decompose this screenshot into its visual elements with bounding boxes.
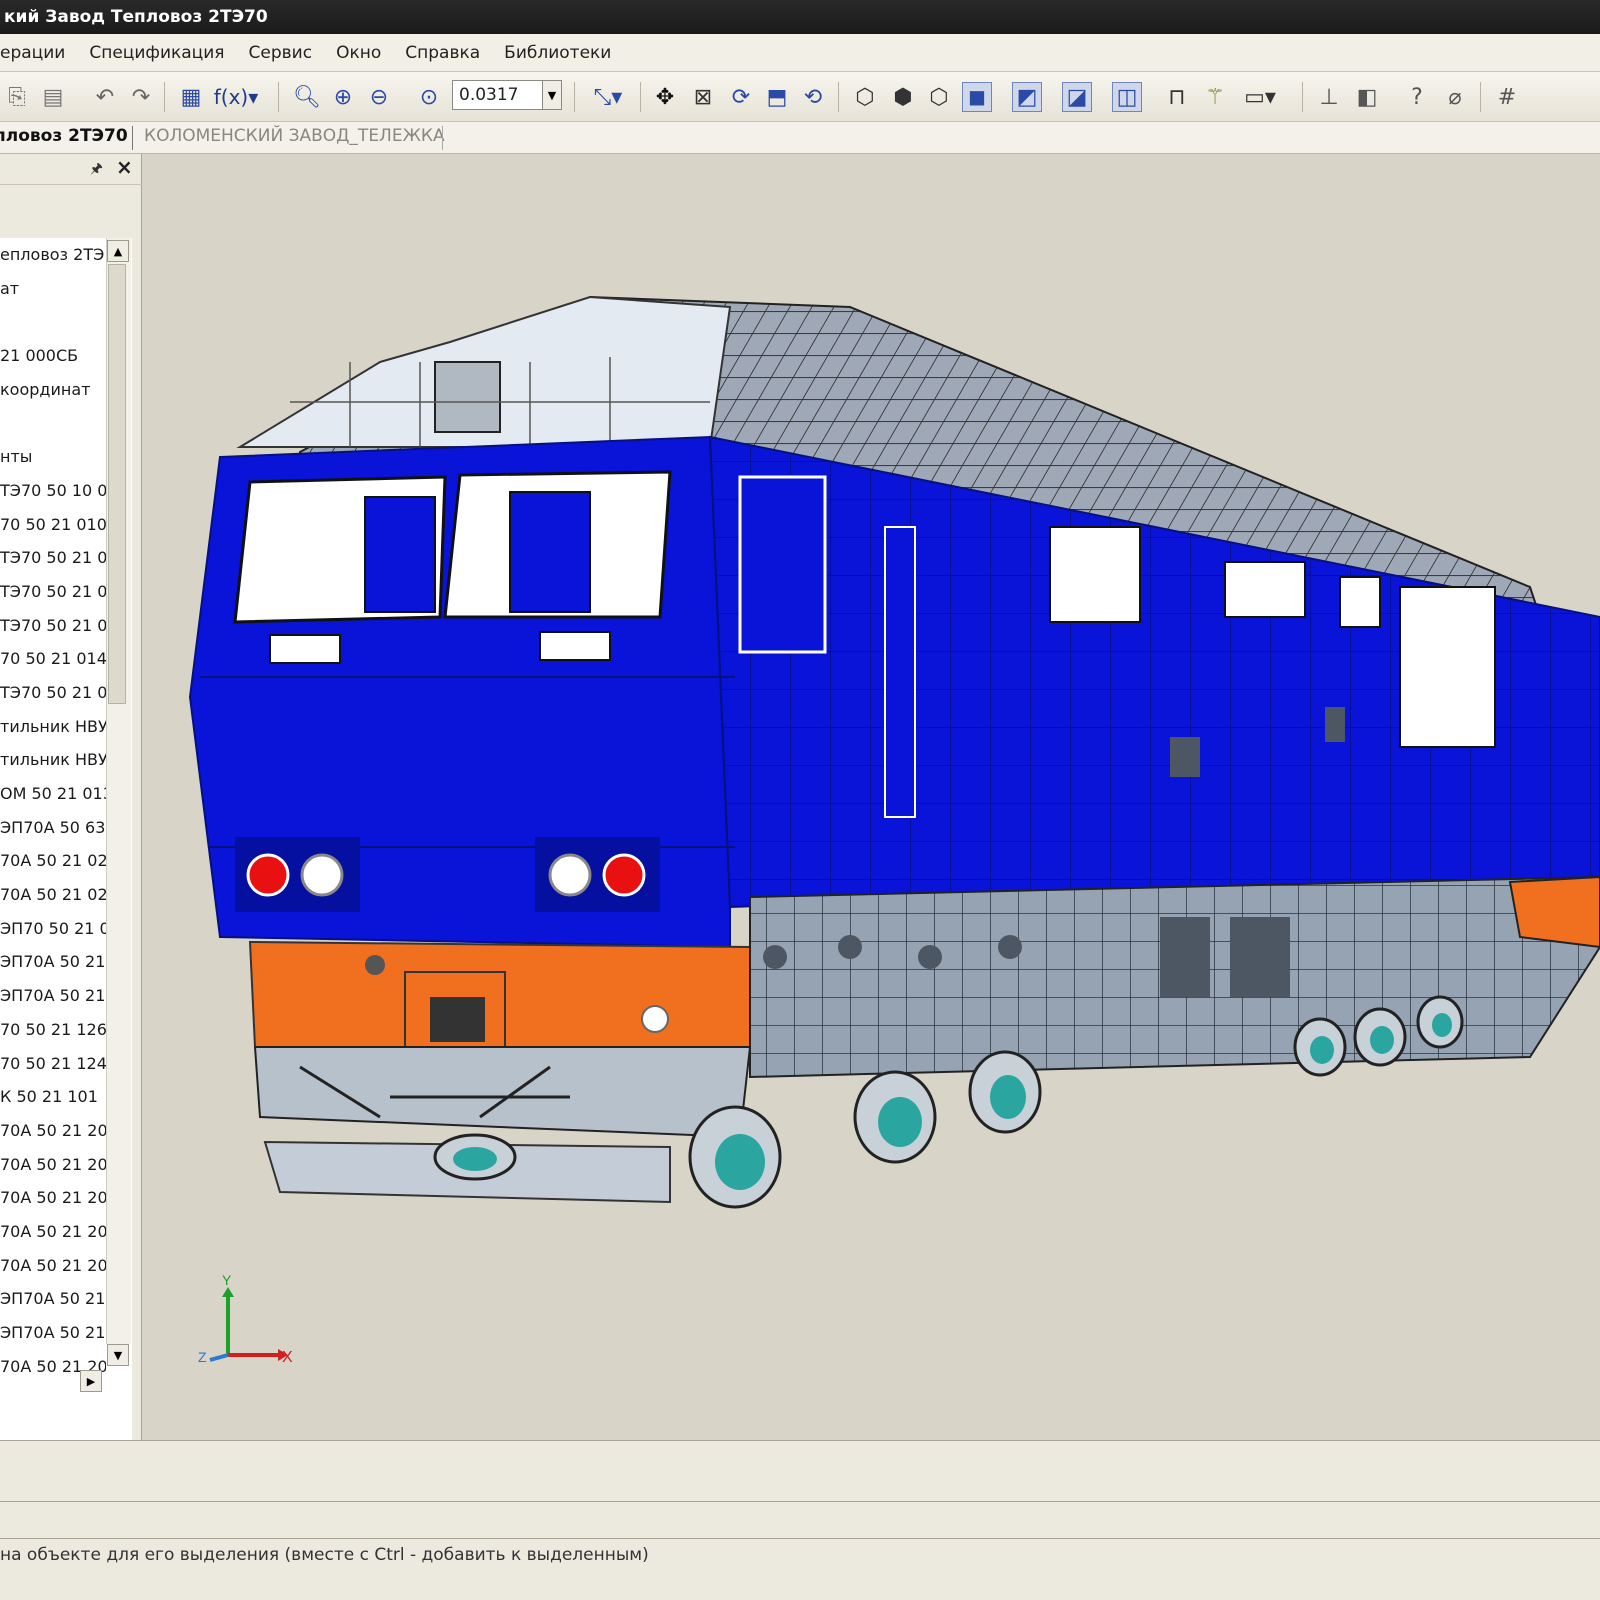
axis-triad: Y X Z xyxy=(198,1272,293,1366)
function-icon[interactable]: f(x)▾ xyxy=(214,82,259,112)
tab-bogie[interactable]: КОЛОМЕНСКИЙ ЗАВОД_ТЕЛЕЖКА xyxy=(144,126,445,146)
tree-item[interactable]: нты xyxy=(0,440,106,474)
scroll-up-icon[interactable]: ▲ xyxy=(107,240,129,262)
tree-item[interactable]: К 50 21 101 xyxy=(0,1080,106,1114)
view-front-icon[interactable]: ⬡ xyxy=(850,82,880,112)
tree-item[interactable]: 70 50 21 124 xyxy=(0,1047,106,1081)
close-icon[interactable]: × xyxy=(116,155,133,179)
axis-z-label: Z xyxy=(198,1349,207,1365)
section-icon[interactable]: ◪ xyxy=(1062,82,1092,112)
bottom-panel xyxy=(0,1440,1600,1502)
paste-icon[interactable]: ▤ xyxy=(38,82,68,112)
bottom-panel-secondary xyxy=(0,1502,1600,1538)
3d-viewport[interactable]: Y X Z xyxy=(150,157,1600,1437)
tree-item[interactable] xyxy=(0,305,106,339)
tree-item[interactable]: ЭП70А 50 21 xyxy=(0,1282,106,1316)
tree-item[interactable]: координат xyxy=(0,373,106,407)
title-bar: кий Завод Тепловоз 2ТЭ70 xyxy=(0,0,1600,34)
view-back-icon[interactable]: ⬡ xyxy=(924,82,954,112)
magnet-icon[interactable]: ⌀ xyxy=(1440,82,1470,112)
rotate-plane-icon[interactable]: ⬒ xyxy=(762,82,792,112)
tree-item[interactable]: ЭП70А 50 21 xyxy=(0,1316,106,1350)
axis-icon[interactable]: ⤡▾ xyxy=(584,82,632,112)
rotate-icon[interactable]: ⟳ xyxy=(726,82,756,112)
help-icon[interactable]: ? xyxy=(1402,82,1432,112)
menu-libraries[interactable]: Библиотеки xyxy=(492,43,623,63)
tree-item[interactable]: 70А 50 21 02 xyxy=(0,844,106,878)
copy-icon[interactable]: ⎘ xyxy=(2,82,32,112)
wand-icon[interactable]: ⚚ xyxy=(1200,82,1230,112)
scroll-down-icon[interactable]: ▼ xyxy=(107,1344,129,1366)
zoom-fit-icon[interactable]: ⊠ xyxy=(688,82,718,112)
tree-item[interactable]: ТЭ70 50 21 0 xyxy=(0,676,106,710)
zoom-out-icon[interactable]: ⊖ xyxy=(364,82,394,112)
scrollbar-thumb[interactable] xyxy=(108,264,126,704)
tree-item[interactable]: ЭП70А 50 63 xyxy=(0,811,106,845)
status-hint: на объекте для его выделения (вместе с C… xyxy=(0,1545,649,1565)
menu-bar: ерации Спецификация Сервис Окно Справка … xyxy=(0,34,1600,72)
perspective-icon[interactable]: ◫ xyxy=(1112,82,1142,112)
menu-help[interactable]: Справка xyxy=(393,43,492,63)
model-tree-panel: 🖈︎ × епловоз 2ТЭ ат 21 000СБ координат нты Т… xyxy=(0,154,142,1550)
tree-item[interactable]: 70А 50 21 02 xyxy=(0,878,106,912)
zoom-in-icon[interactable]: ⊕ xyxy=(328,82,358,112)
tree-item[interactable]: тильник НВУ xyxy=(0,710,106,744)
tree-item[interactable]: 70 50 21 126 xyxy=(0,1013,106,1047)
pan-icon[interactable]: ✥ xyxy=(650,82,680,112)
menu-operations[interactable]: ерации xyxy=(0,43,77,63)
model-tree: епловоз 2ТЭ ат 21 000СБ координат нты ТЭ70 5… xyxy=(0,238,132,1550)
tree-item[interactable]: тильник НВУ xyxy=(0,743,106,777)
tree-item[interactable]: епловоз 2ТЭ xyxy=(0,238,106,272)
tree-item[interactable]: ОМ 50 21 013 xyxy=(0,777,106,811)
tree-list: епловоз 2ТЭ ат 21 000СБ координат нты ТЭ70 5… xyxy=(0,238,106,1383)
undo-icon[interactable]: ↶ xyxy=(90,82,120,112)
axis-x-label: X xyxy=(282,1349,293,1366)
tab-locomotive[interactable]: пловоз 2ТЭ70 xyxy=(0,126,128,146)
display-icon[interactable]: ▭▾ xyxy=(1236,82,1284,112)
scroll-right-icon[interactable]: ▶ xyxy=(80,1370,102,1392)
toolbar: ⎘ ▤ ↶ ↷ ▦ f(x)▾ 🔍︎ ⊕ ⊖ ⊙ ⤡▾ ✥ ⊠ ⟳ ⬒ ⟲ ⬡ … xyxy=(0,72,1600,122)
document-tabs: пловоз 2ТЭ70 КОЛОМЕНСКИЙ ЗАВОД_ТЕЛЕЖКА xyxy=(0,122,1600,154)
status-bar: на объекте для его выделения (вместе с C… xyxy=(0,1538,1600,1600)
shaded-icon[interactable]: ◼ xyxy=(962,82,992,112)
tree-item[interactable]: ТЭ70 50 21 0 xyxy=(0,575,106,609)
tree-item[interactable]: 21 000СБ xyxy=(0,339,106,373)
axis-y-label: Y xyxy=(222,1272,232,1288)
tree-item[interactable]: ТЭ70 50 10 0 xyxy=(0,474,106,508)
zoom-dropdown-icon[interactable]: ▼ xyxy=(542,80,562,110)
tree-item[interactable]: ТЭ70 50 21 0 xyxy=(0,541,106,575)
tree-item[interactable]: ТЭ70 50 21 0 xyxy=(0,609,106,643)
shaded-edges-icon[interactable]: ◩ xyxy=(1012,82,1042,112)
tree-item[interactable]: ат xyxy=(0,272,106,306)
layer-icon[interactable]: ◧ xyxy=(1352,82,1382,112)
tree-item[interactable]: ЭП70А 50 21 xyxy=(0,979,106,1013)
zoom-scale-icon[interactable]: ⊙ xyxy=(414,82,444,112)
tree-item[interactable]: 70А 50 21 20 xyxy=(0,1215,106,1249)
variables-icon[interactable]: ▦ xyxy=(176,82,206,112)
menu-service[interactable]: Сервис xyxy=(237,43,325,63)
pin-icon[interactable]: 🖈︎ xyxy=(90,158,103,182)
tree-item[interactable]: 70А 50 21 20 xyxy=(0,1249,106,1283)
tree-item[interactable]: ЭП70 50 21 0 xyxy=(0,912,106,946)
tree-item[interactable]: 70А 50 21 20 xyxy=(0,1148,106,1182)
tree-item[interactable]: 70А 50 21 20 xyxy=(0,1181,106,1215)
window-title: кий Завод Тепловоз 2ТЭ70 xyxy=(4,7,268,27)
tree-item[interactable]: 70 50 21 010 xyxy=(0,508,106,542)
redo-icon[interactable]: ↷ xyxy=(126,82,156,112)
tree-item[interactable]: 70 50 21 014 xyxy=(0,642,106,676)
locomotive-model: Y X Z xyxy=(188,295,1600,1366)
tree-item[interactable] xyxy=(0,406,106,440)
menu-specification[interactable]: Спецификация xyxy=(77,43,236,63)
constraint-icon[interactable]: ⊥ xyxy=(1314,82,1344,112)
tree-item[interactable]: ЭП70А 50 21 xyxy=(0,945,106,979)
rotate-center-icon[interactable]: ⟲ xyxy=(798,82,828,112)
tree-item[interactable]: 70А 50 21 20 xyxy=(0,1114,106,1148)
zoom-input[interactable]: 0.0317 xyxy=(452,80,544,110)
grid-icon[interactable]: # xyxy=(1492,82,1522,112)
zoom-window-icon[interactable]: 🔍︎ xyxy=(292,82,322,112)
panel-header: 🖈︎ × xyxy=(0,154,142,185)
view-iso-icon[interactable]: ⬢ xyxy=(888,82,918,112)
menu-window[interactable]: Окно xyxy=(324,43,393,63)
measure-icon[interactable]: ⊓ xyxy=(1162,82,1192,112)
